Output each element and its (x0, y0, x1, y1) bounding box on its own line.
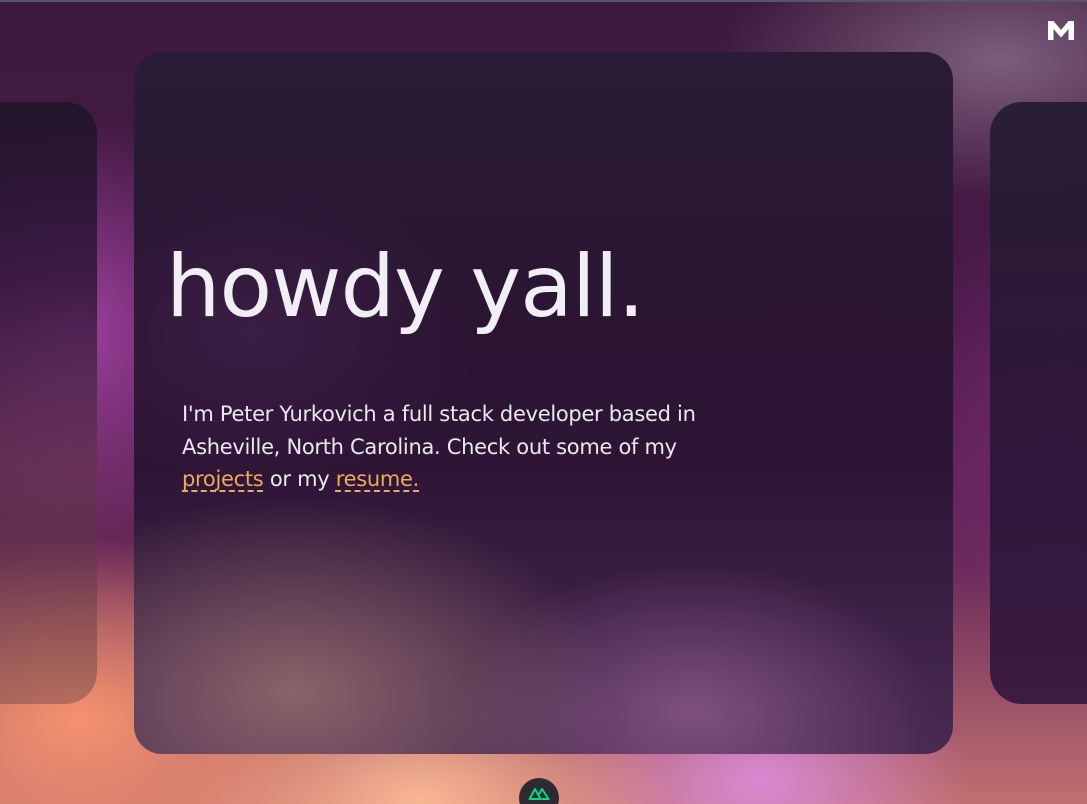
previous-card[interactable] (0, 102, 97, 704)
resume-link[interactable]: resume. (336, 467, 420, 491)
hero-card: howdy yall. I'm Peter Yurkovich a full s… (134, 52, 953, 754)
nuxt-badge[interactable] (519, 778, 559, 804)
nuxt-icon (528, 788, 550, 800)
intro-paragraph: I'm Peter Yurkovich a full stack develop… (182, 398, 702, 496)
intro-text-1: I'm Peter Yurkovich a full stack develop… (182, 402, 696, 459)
top-divider (0, 0, 1087, 2)
next-card[interactable] (990, 102, 1087, 704)
page-title: howdy yall. (166, 237, 645, 337)
intro-text-2: or my (263, 467, 336, 491)
page: howdy yall. I'm Peter Yurkovich a full s… (0, 0, 1087, 804)
projects-link[interactable]: projects (182, 467, 264, 491)
m-logo-icon[interactable] (1046, 18, 1076, 42)
